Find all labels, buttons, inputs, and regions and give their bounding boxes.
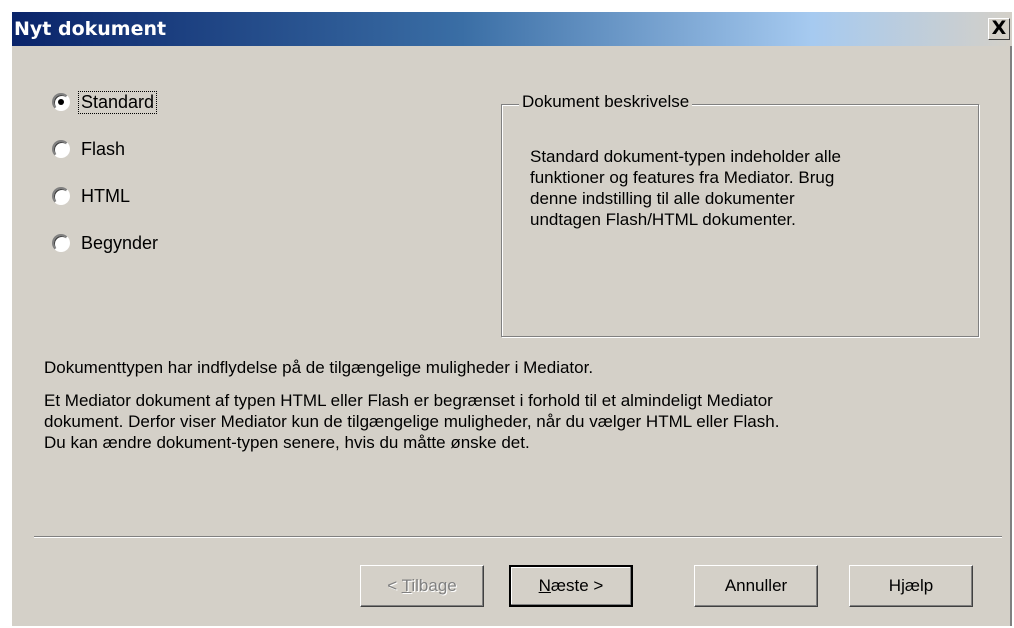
back-button-label: ilbage: [411, 576, 457, 595]
radio-unchecked-icon: [52, 187, 70, 205]
radio-label-begynder: Begynder: [81, 232, 159, 253]
info-paragraph-line: Du kan ændre dokument-typen senere, hvis…: [44, 433, 530, 452]
description-line: Standard dokument-typen indeholder alle: [530, 147, 841, 166]
new-document-dialog: Nyt dokument X Standard Flash HTML Begyn…: [12, 12, 1012, 626]
help-button[interactable]: Hjælp: [849, 565, 973, 607]
close-icon: X: [991, 17, 1007, 39]
description-groupbox-legend: Dokument beskrivelse: [519, 92, 693, 112]
cancel-button-label: Annuller: [724, 576, 788, 595]
info-paragraph: Et Mediator dokument af typen HTML eller…: [44, 390, 779, 453]
description-line: funktioner og features fra Mediator. Bru…: [530, 168, 835, 187]
footer-separator: [34, 536, 1002, 538]
radio-begynder[interactable]: Begynder: [52, 230, 160, 256]
back-button-mnemonic: T: [401, 576, 412, 595]
back-button[interactable]: < Tilbage: [360, 565, 484, 607]
radio-standard[interactable]: Standard: [52, 89, 158, 115]
radio-label-html: HTML: [81, 185, 130, 206]
info-paragraph-line: dokument. Derfor viser Mediator kun de t…: [44, 412, 780, 431]
dialog-title: Nyt dokument: [14, 18, 167, 40]
info-paragraph-line: Et Mediator dokument af typen HTML eller…: [44, 391, 773, 410]
radio-flash[interactable]: Flash: [52, 136, 127, 162]
radio-label-standard: Standard: [77, 90, 158, 114]
next-button-label: æste >: [550, 576, 604, 595]
next-button[interactable]: Næste >: [509, 565, 633, 607]
title-bar[interactable]: Nyt dokument X: [12, 12, 1012, 46]
description-text: Standard dokument-typen indeholder alle …: [530, 146, 950, 230]
radio-html[interactable]: HTML: [52, 183, 132, 209]
radio-unchecked-icon: [52, 234, 70, 252]
radio-unchecked-icon: [52, 140, 70, 158]
help-button-label: Hjælp: [888, 576, 934, 595]
cancel-button[interactable]: Annuller: [694, 565, 818, 607]
radio-label-flash: Flash: [81, 138, 126, 159]
next-button-mnemonic: N: [538, 576, 551, 595]
description-line: denne indstilling til alle dokumenter: [530, 189, 795, 208]
back-button-prefix: <: [387, 576, 402, 595]
info-line: Dokumenttypen har indflydelse på de tilg…: [44, 358, 594, 377]
close-button[interactable]: X: [988, 18, 1010, 40]
radio-checked-icon: [52, 93, 70, 111]
description-line: undtagen Flash/HTML dokumenter.: [530, 210, 796, 229]
